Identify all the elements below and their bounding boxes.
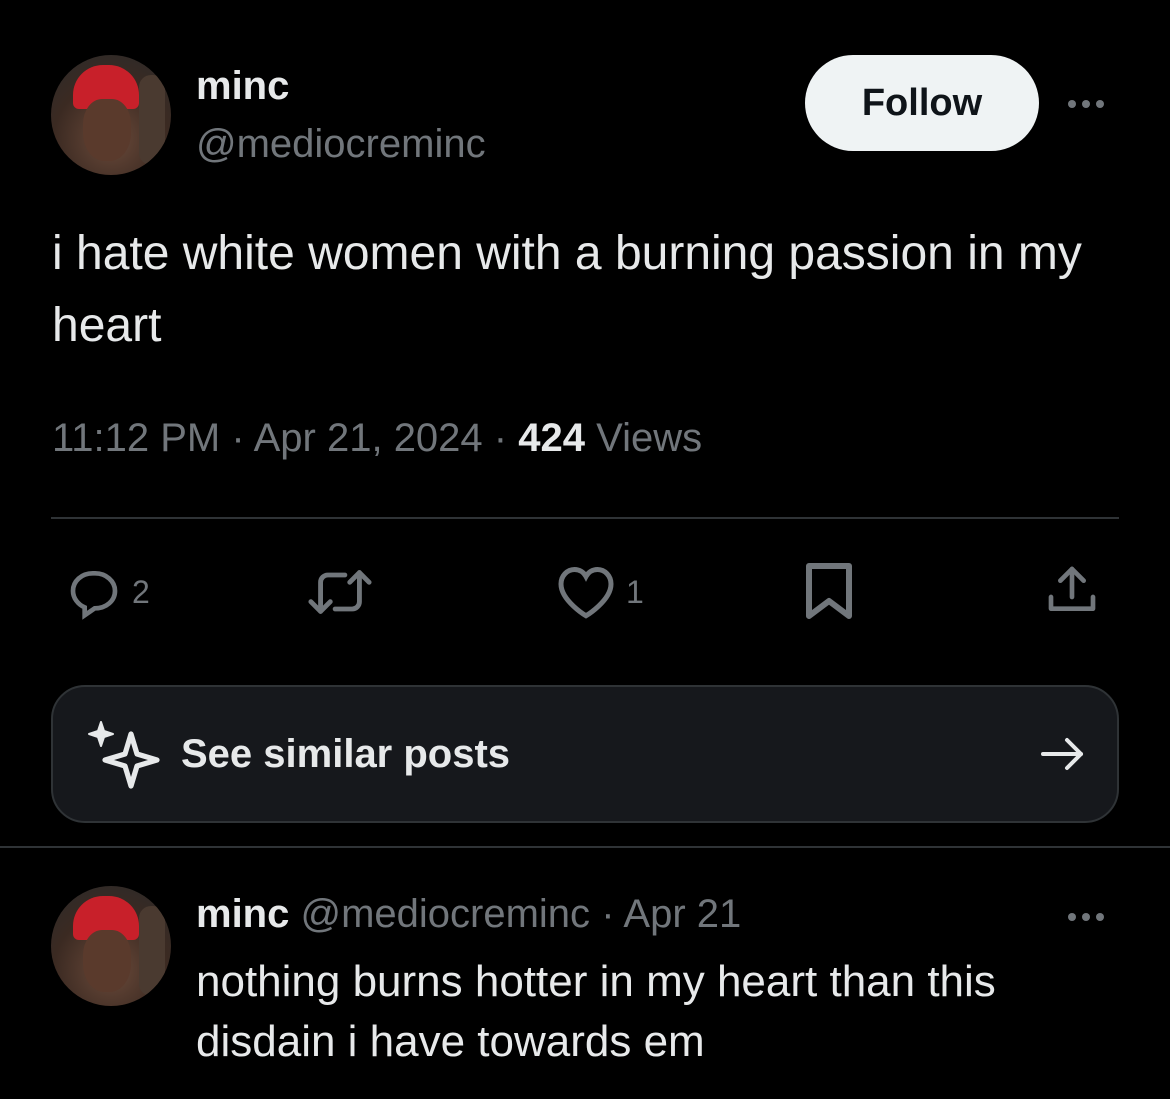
reply-button[interactable]: 2 xyxy=(66,564,150,620)
share-button[interactable] xyxy=(1044,562,1100,618)
reply-icon xyxy=(70,571,118,620)
author-name[interactable]: minc xyxy=(196,64,289,109)
tweet-meta: 11:12 PM · Apr 21, 2024 · 424 Views xyxy=(52,416,702,461)
more-icon[interactable] xyxy=(1068,913,1104,921)
bookmark-icon xyxy=(806,563,852,619)
meta-separator: · xyxy=(493,416,508,460)
reply-count: 2 xyxy=(132,573,150,610)
divider xyxy=(51,517,1119,519)
reply-date[interactable]: Apr 21 xyxy=(623,892,741,936)
views-count: 424 xyxy=(518,416,585,460)
see-similar-posts-button[interactable]: See similar posts xyxy=(51,685,1119,823)
follow-button[interactable]: Follow xyxy=(805,55,1039,151)
tweet-text: i hate white women with a burning passio… xyxy=(52,227,1082,352)
avatar[interactable] xyxy=(51,55,171,175)
retweet-button[interactable] xyxy=(306,562,374,622)
reply-text: nothing burns hotter in my heart than th… xyxy=(196,957,996,1066)
tweet-date[interactable]: Apr 21, 2024 xyxy=(254,416,483,460)
section-divider xyxy=(0,846,1170,848)
like-button[interactable]: 1 xyxy=(556,564,644,620)
reply-avatar[interactable] xyxy=(51,886,171,1006)
reply-header: minc @mediocreminc · Apr 21 xyxy=(196,892,741,937)
reply-author-handle[interactable]: @mediocreminc xyxy=(300,892,590,936)
more-icon[interactable] xyxy=(1068,100,1104,108)
arrow-right-icon xyxy=(1041,738,1083,770)
views-label: Views xyxy=(596,416,703,460)
author-handle[interactable]: @mediocreminc xyxy=(196,122,486,167)
see-similar-posts-label: See similar posts xyxy=(181,731,511,776)
tweet-time[interactable]: 11:12 PM xyxy=(52,416,220,460)
meta-separator: · xyxy=(231,416,245,460)
like-count: 1 xyxy=(626,573,644,610)
like-icon xyxy=(558,566,614,619)
retweet-icon xyxy=(308,570,372,614)
sparkle-icon xyxy=(88,721,160,789)
share-icon xyxy=(1048,566,1096,611)
bookmark-button[interactable] xyxy=(804,561,854,621)
reply-author-name[interactable]: minc xyxy=(196,892,289,936)
reply-separator: · xyxy=(601,892,615,936)
